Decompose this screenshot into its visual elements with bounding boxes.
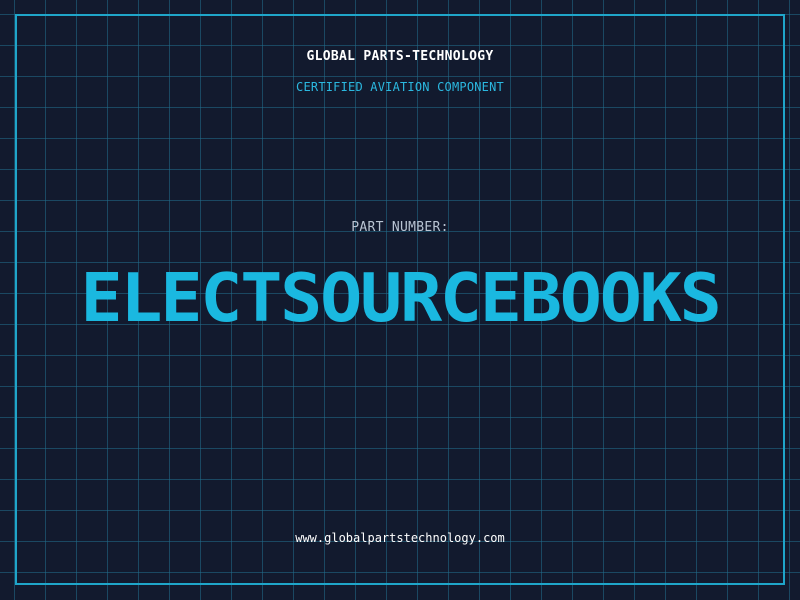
part-number-value: ELECTSOURCEBOOKS <box>80 259 721 337</box>
part-card: GLOBAL PARTS-TECHNOLOGY CERTIFIED AVIATI… <box>0 0 800 600</box>
company-name: GLOBAL PARTS-TECHNOLOGY <box>306 49 494 64</box>
part-number-label: PART NUMBER: <box>351 220 449 235</box>
certification-subtitle: CERTIFIED AVIATION COMPONENT <box>296 80 504 94</box>
website-url: www.globalpartstechnology.com <box>295 531 505 545</box>
